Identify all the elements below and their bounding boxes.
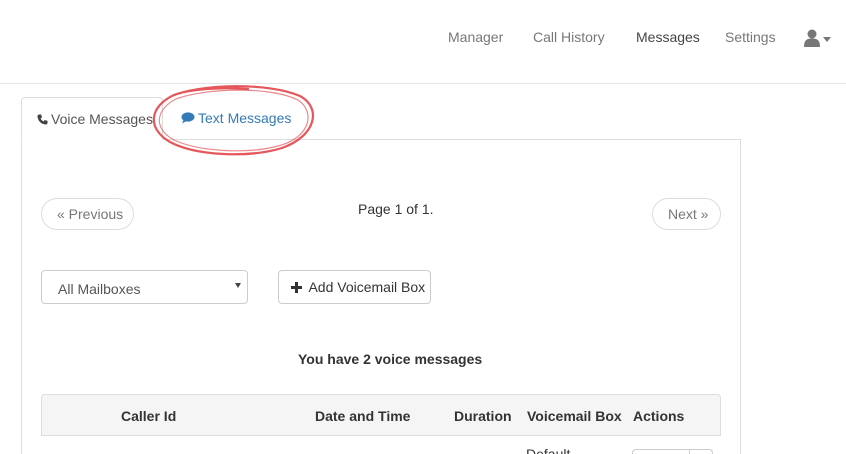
nav-manager[interactable]: Manager <box>448 29 503 45</box>
column-actions: Actions <box>633 408 685 424</box>
caret-down-icon <box>823 37 831 42</box>
user-icon <box>804 29 831 47</box>
user-menu[interactable] <box>804 28 834 48</box>
nav-call-history[interactable]: Call History <box>533 29 605 45</box>
row-voicemail-box: Default <box>526 446 571 454</box>
column-duration[interactable]: Duration <box>454 408 512 424</box>
row-actions-button-group[interactable] <box>632 449 713 454</box>
add-voicemail-box-label: Add Voicemail Box <box>308 279 426 295</box>
mailbox-select-value: All Mailboxes <box>58 281 141 297</box>
table-header: Caller Id Date and Time Duration Voicema… <box>41 394 721 436</box>
page-info: Page 1 of 1. <box>358 201 434 217</box>
tab-voice-messages-label: Voice Messages <box>51 111 153 127</box>
column-caller-id[interactable]: Caller Id <box>121 408 176 424</box>
select-caret-icon <box>235 283 241 288</box>
nav-messages[interactable]: Messages <box>636 29 700 45</box>
next-page-button[interactable]: Next » <box>652 198 721 230</box>
tab-voice-messages[interactable]: Voice Messages <box>21 97 163 140</box>
message-count: You have 2 voice messages <box>298 351 483 367</box>
button-group-divider <box>689 450 690 454</box>
add-voicemail-box-button[interactable]: Add Voicemail Box <box>278 270 431 304</box>
column-voicemail-box[interactable]: Voicemail Box <box>527 408 622 424</box>
previous-page-button[interactable]: « Previous <box>41 198 134 230</box>
plus-icon <box>291 279 306 296</box>
phone-icon <box>37 112 48 128</box>
column-date-time[interactable]: Date and Time <box>315 408 410 424</box>
tab-text-messages-label: Text Messages <box>198 110 292 126</box>
tab-text-messages[interactable]: Text Messages <box>167 97 305 140</box>
mailbox-select[interactable]: All Mailboxes <box>41 270 248 304</box>
top-navbar: Manager Call History Messages Settings <box>0 0 846 84</box>
comment-icon <box>181 111 195 127</box>
nav-settings[interactable]: Settings <box>725 29 776 45</box>
